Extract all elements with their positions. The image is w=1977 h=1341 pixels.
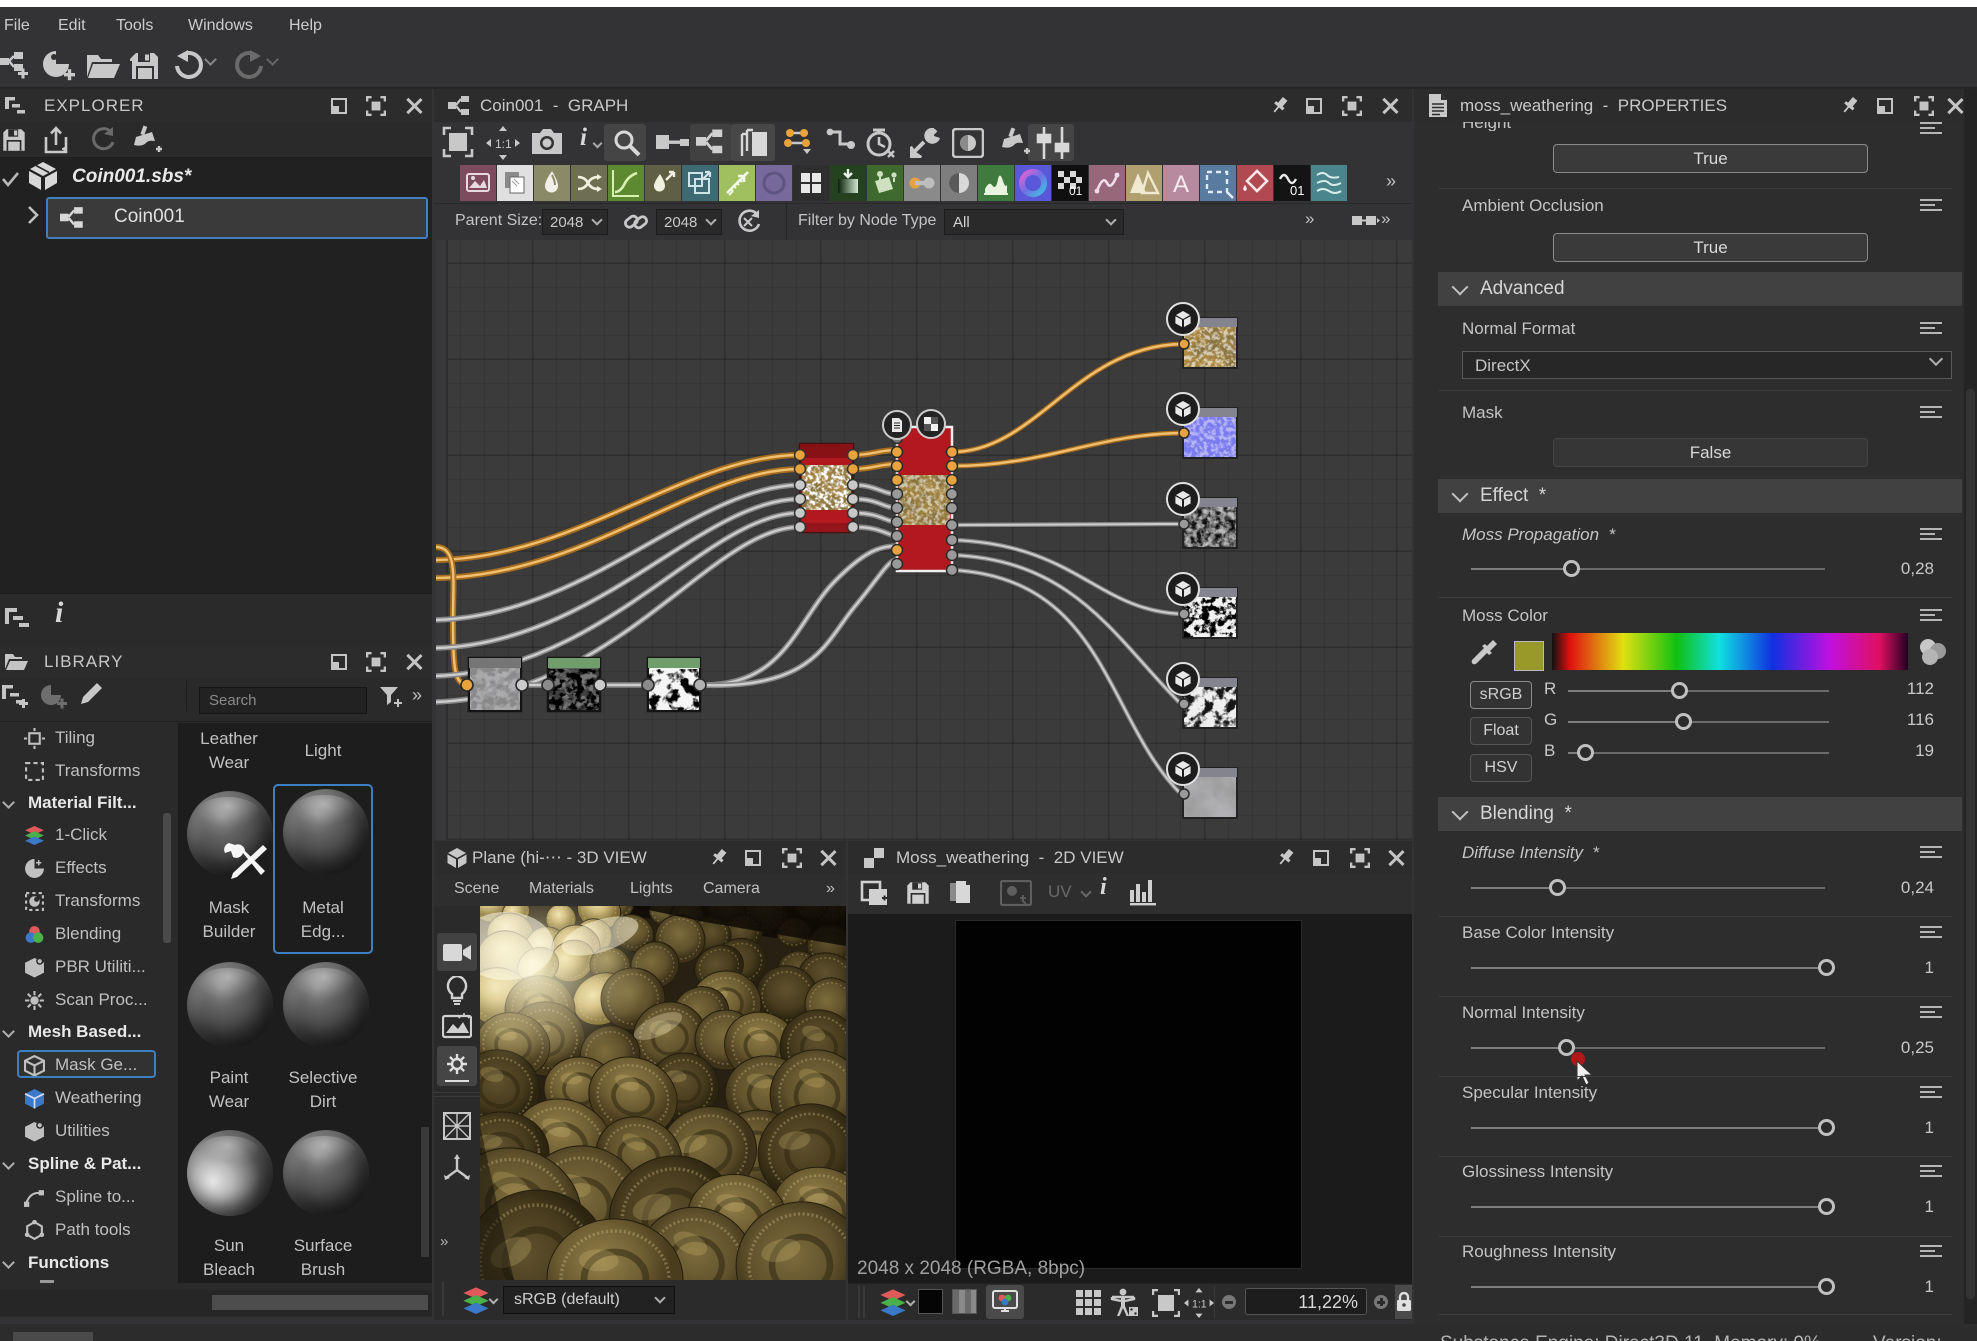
svg-text:01: 01 [1290,183,1304,198]
svg-text:1:1: 1:1 [495,137,512,151]
svg-text:1:1: 1:1 [1192,1298,1207,1310]
svg-text:A: A [1173,171,1189,198]
svg-text:01: 01 [1069,184,1083,198]
